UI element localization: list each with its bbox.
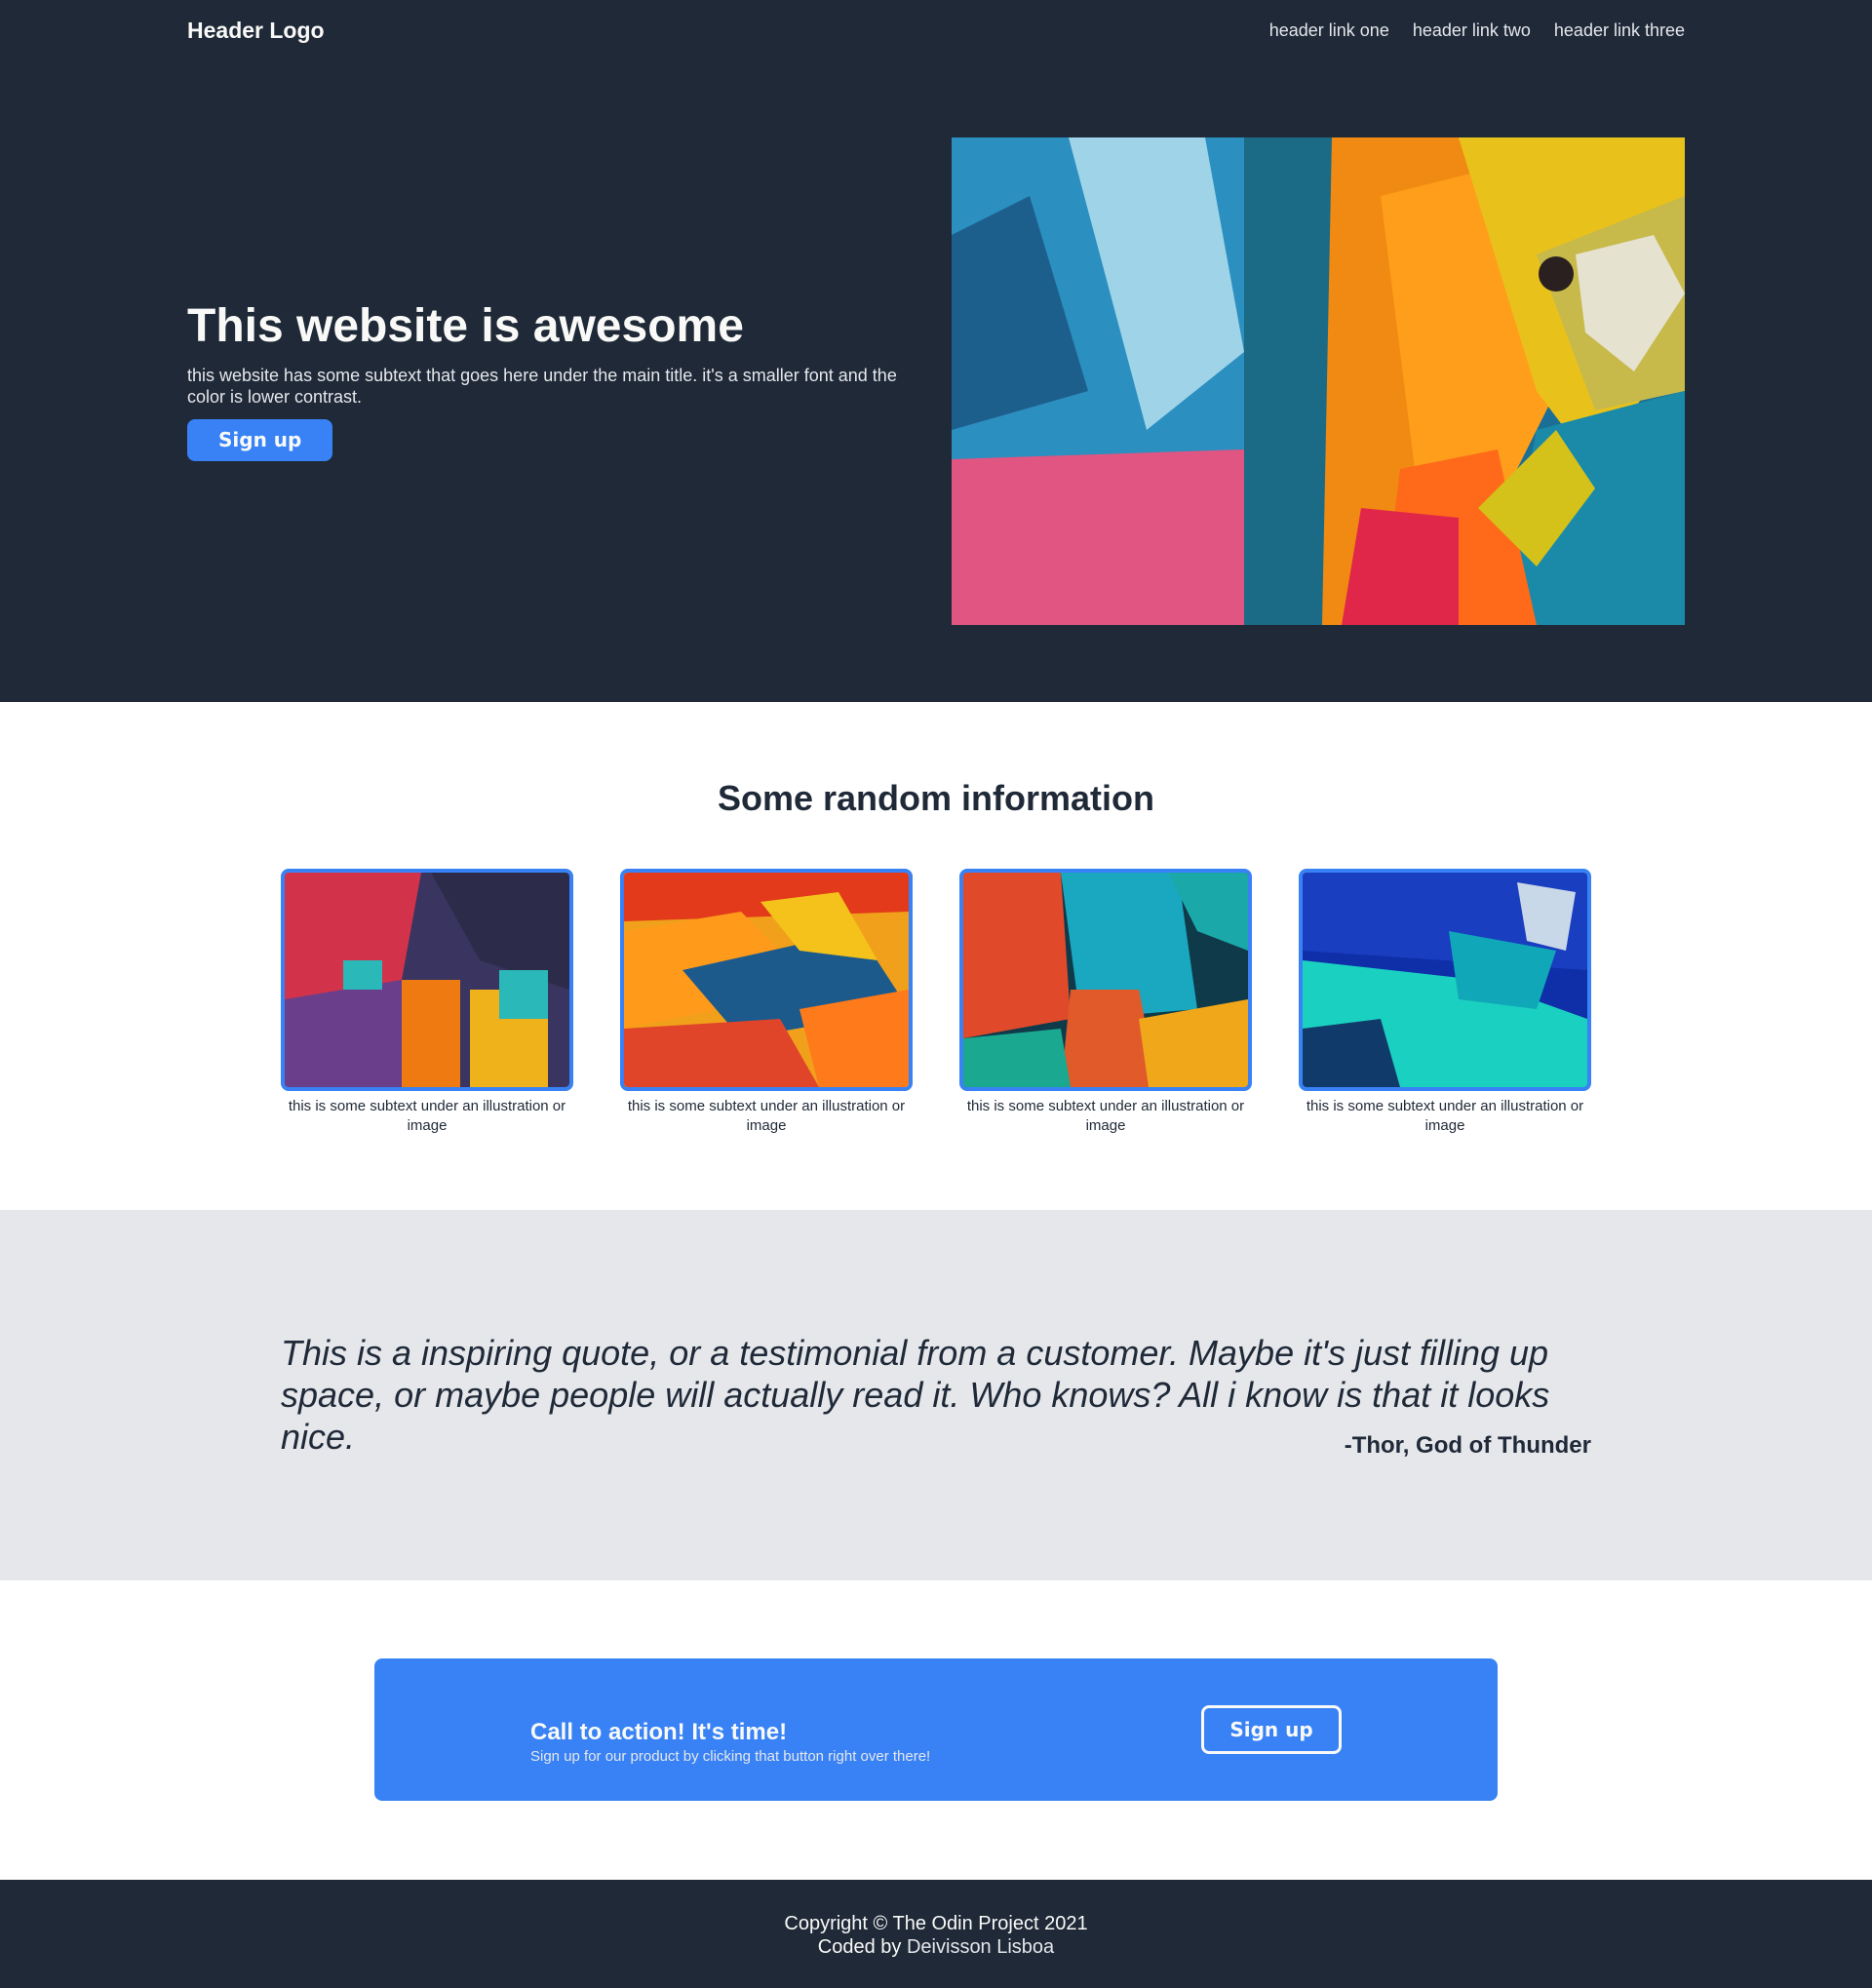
footer: Copyright © The Odin Project 2021 Coded …: [0, 1880, 1872, 1988]
hero-subtitle: this website has some subtext that goes …: [187, 365, 897, 407]
info-title: Some random information: [717, 778, 1155, 818]
footer-credit: Coded by Deivisson Lisboa: [0, 1935, 1872, 1959]
cta-section: Call to action! It's time! Sign up for o…: [0, 1580, 1872, 1880]
info-cards: this is some subtext under an illustrati…: [281, 869, 1591, 1136]
cta-box: Call to action! It's time! Sign up for o…: [374, 1658, 1498, 1801]
abstract-painting-image: [1303, 873, 1587, 1087]
cta-title: Call to action! It's time!: [530, 1719, 788, 1745]
info-section: Some random information this is some sub…: [0, 702, 1872, 1210]
hero-title: This website is awesome: [187, 300, 744, 353]
quote-author: -Thor, God of Thunder: [1344, 1432, 1591, 1459]
quote-section: This is a inspiring quote, or a testimon…: [0, 1210, 1872, 1580]
header-hero-section: Header Logo header link one header link …: [0, 0, 1872, 702]
hero-text: This website is awesome this website has…: [187, 300, 918, 461]
abstract-painting-image: [952, 137, 1685, 625]
abstract-painting-image: [963, 873, 1248, 1087]
header-logo[interactable]: Header Logo: [187, 18, 325, 44]
info-card: this is some subtext under an illustrati…: [620, 869, 913, 1136]
nav-link-one[interactable]: header link one: [1269, 20, 1389, 41]
hero-signup-button[interactable]: Sign up: [187, 418, 333, 461]
abstract-painting-image: [285, 873, 569, 1087]
card-image: [959, 869, 1252, 1091]
nav-link-three[interactable]: header link three: [1554, 20, 1685, 41]
footer-copyright: Copyright © The Odin Project 2021: [784, 1913, 1088, 1934]
hero: This website is awesome this website has…: [187, 137, 1685, 625]
info-card: this is some subtext under an illustrati…: [1299, 869, 1591, 1136]
cta-signup-button[interactable]: Sign up: [1201, 1705, 1342, 1754]
abstract-painting-image: [624, 873, 909, 1087]
card-image: [1299, 869, 1591, 1091]
card-caption: this is some subtext under an illustrati…: [1306, 1098, 1584, 1134]
footer-coded-by: Coded by: [817, 1936, 902, 1958]
cta-subtitle: Sign up for our product by clicking that…: [530, 1748, 931, 1765]
card-caption: this is some subtext under an illustrati…: [288, 1098, 566, 1134]
card-image: [281, 869, 573, 1091]
card-image: [620, 869, 913, 1091]
navbar: Header Logo header link one header link …: [187, 0, 1685, 60]
card-caption: this is some subtext under an illustrati…: [627, 1098, 906, 1134]
nav-links: header link one header link two header l…: [1269, 20, 1685, 41]
hero-image: [952, 137, 1685, 625]
info-card: this is some subtext under an illustrati…: [959, 869, 1252, 1136]
nav-link-two[interactable]: header link two: [1413, 20, 1531, 41]
footer-author-link[interactable]: Deivisson Lisboa: [907, 1936, 1054, 1958]
card-caption: this is some subtext under an illustrati…: [966, 1098, 1245, 1134]
info-card: this is some subtext under an illustrati…: [281, 869, 573, 1136]
